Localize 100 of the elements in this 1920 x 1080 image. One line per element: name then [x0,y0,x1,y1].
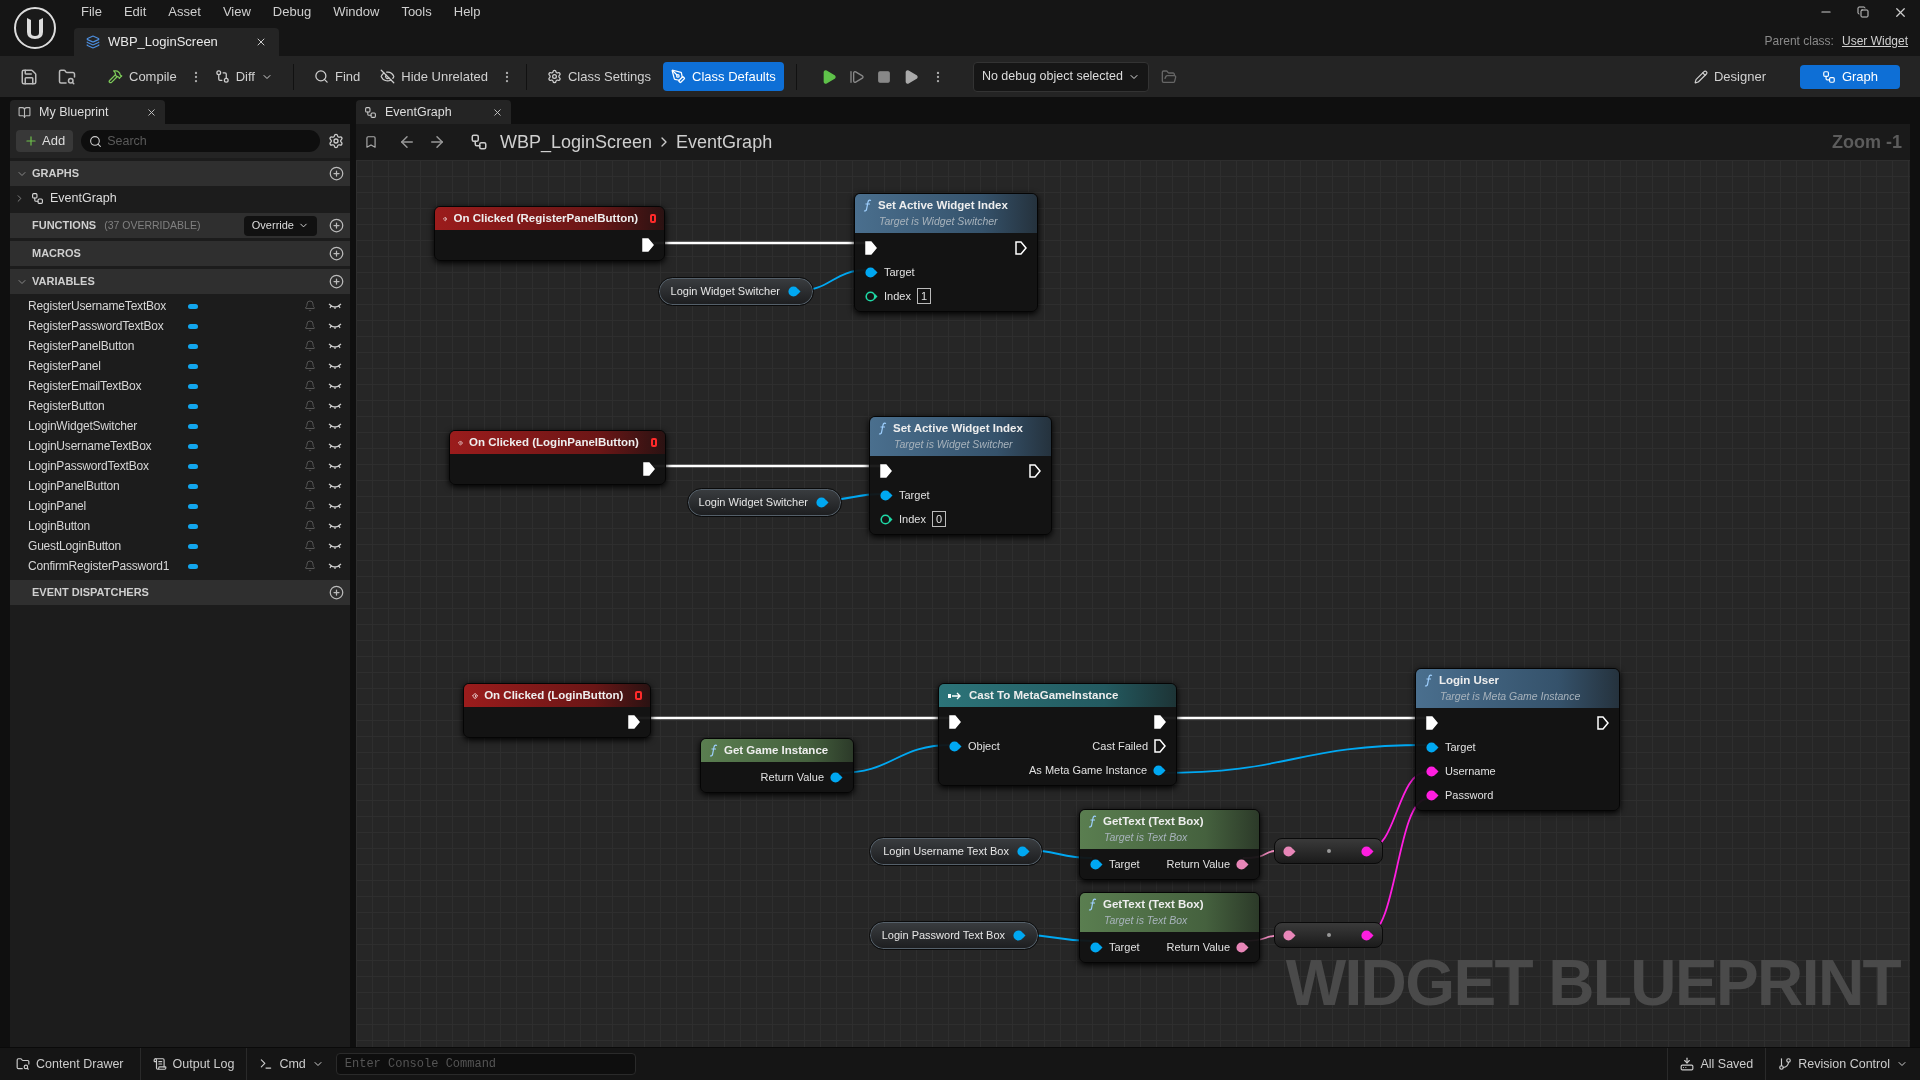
exec-pin-icon[interactable] [1154,715,1166,730]
delegate-pin-icon[interactable] [650,438,657,448]
variable-item[interactable]: LoginPanel [28,497,186,515]
graph-node[interactable]: Get Game Instance Return Value [700,738,854,794]
exec-pin-icon[interactable] [1154,739,1166,754]
data-pin-icon[interactable] [1017,846,1030,857]
menu-item[interactable]: Edit [112,2,158,22]
search-field[interactable]: Search [81,130,320,152]
section-header[interactable]: VARIABLES [10,269,350,294]
menu-item[interactable]: File [70,2,113,22]
data-pin-icon[interactable] [816,497,829,508]
reroute-node[interactable] [1274,838,1383,864]
graph-node[interactable]: On Clicked (LoginButton) [463,683,651,739]
data-pin-icon[interactable] [1426,765,1439,777]
data-pin-icon[interactable] [1426,741,1439,753]
exec-pin-icon[interactable] [1029,464,1041,478]
save-icon[interactable] [20,67,38,86]
restore-icon[interactable] [1857,6,1869,18]
graph-node[interactable]: Set Active Widget Index Target is Widget Switcher Target Index 0 [869,416,1052,535]
exec-pin-icon[interactable] [628,715,640,730]
panel-tab[interactable]: My Blueprint [10,100,165,124]
toolbar-button[interactable]: Class Settings [538,62,660,91]
eye-closed-icon[interactable] [328,562,342,570]
exec-pin-icon[interactable] [949,715,961,730]
exec-pin-icon[interactable] [880,464,892,478]
index-field[interactable]: 1 [916,288,932,304]
add-icon[interactable] [329,166,344,181]
back-icon[interactable] [398,133,416,151]
toolbar-button[interactable]: Class Defaults [663,62,784,91]
section-header[interactable]: MACROS [10,241,350,266]
eye-closed-icon[interactable] [328,482,342,490]
graph-node[interactable]: On Clicked (LoginPanelButton) [449,430,666,486]
section-header[interactable]: GRAPHS [10,161,350,186]
variable-node[interactable]: Login Widget Switcher [687,488,842,517]
exec-pin-icon[interactable] [1015,241,1027,255]
menu-item[interactable]: Tools [390,2,443,22]
data-pin-icon[interactable] [880,513,893,525]
close-icon[interactable] [146,106,157,118]
data-pin-icon[interactable] [1283,929,1296,941]
eye-closed-icon[interactable] [328,422,342,430]
reroute-node[interactable] [1274,922,1383,948]
data-pin-icon[interactable] [865,266,878,278]
output-log-button[interactable]: Output Log [140,1048,248,1080]
section-header[interactable]: EVENT DISPATCHERS [10,580,350,605]
data-pin-icon[interactable] [1426,789,1439,801]
menu-item[interactable]: Window [322,2,391,22]
variable-node[interactable]: Login Widget Switcher [658,277,814,306]
menu-item[interactable]: Asset [157,2,212,22]
exec-pin-icon[interactable] [865,241,877,255]
toolbar-button[interactable]: Find [305,62,369,91]
data-pin-icon[interactable] [788,286,801,297]
data-pin-icon[interactable] [1013,930,1026,941]
override-dropdown[interactable]: Override [243,215,317,236]
breadcrumb-item[interactable]: EventGraph [676,128,773,156]
section-header[interactable]: FUNCTIONS (37 OVERRIDABLE) Override [10,213,350,238]
index-field[interactable]: 0 [931,511,947,527]
menu-item[interactable]: Debug [261,2,323,22]
data-pin-icon[interactable] [880,489,893,501]
eye-closed-icon[interactable] [328,522,342,530]
save-status-button[interactable]: All Saved [1667,1048,1766,1080]
graph-node[interactable]: GetText (Text Box) Target is Text Box Target Return Value [1079,892,1260,963]
settings-icon[interactable] [328,133,344,149]
variable-item[interactable]: RegisterUsernameTextBox [28,297,186,315]
eye-closed-icon[interactable] [328,362,342,370]
debug-dropdown[interactable]: No debug object selected [972,61,1149,92]
exec-pin-icon[interactable] [1426,716,1438,730]
graph-node[interactable]: Cast To MetaGameInstance Object Cast Failed As Meta Game Instance [938,683,1177,787]
bookmark-icon[interactable] [364,135,378,149]
stop-icon[interactable] [876,69,891,84]
variable-node[interactable]: Login Username Text Box [869,837,1043,866]
eye-closed-icon[interactable] [328,342,342,350]
add-icon[interactable] [329,274,344,289]
toolbar-button[interactable]: Compile [100,62,185,91]
menu-item[interactable]: Help [442,2,492,22]
data-pin-icon[interactable] [830,771,843,783]
variable-node[interactable]: Login Password Text Box [869,921,1039,950]
add-icon[interactable] [329,218,344,233]
eye-closed-icon[interactable] [328,322,342,330]
variable-item[interactable]: ConfirmRegisterPassword1 [28,557,186,575]
variable-item[interactable]: LoginButton [28,517,186,535]
data-pin-icon[interactable] [949,740,962,752]
data-pin-icon[interactable] [1236,941,1249,953]
browse-icon[interactable] [58,67,76,86]
data-pin-icon[interactable] [1283,845,1296,857]
step-icon[interactable] [848,68,865,85]
content-drawer-button[interactable]: Content Drawer [0,1048,141,1080]
add-button[interactable]: Add [16,130,74,152]
revision-control-button[interactable]: Revision Control [1765,1048,1920,1080]
console-field[interactable]: Enter Console Command [335,1053,636,1075]
close-icon[interactable] [492,106,503,118]
toolbar-button[interactable]: Diff [206,62,281,91]
graph-node[interactable]: Set Active Widget Index Target is Widget Switcher Target Index 1 [854,193,1038,312]
eye-closed-icon[interactable] [328,542,342,550]
variable-item[interactable]: RegisterPanel [28,357,186,375]
add-icon[interactable] [329,585,344,600]
variable-item[interactable]: RegisterEmailTextBox [28,377,186,395]
data-pin-icon[interactable] [1361,845,1374,857]
delegate-pin-icon[interactable] [650,214,656,224]
document-tab[interactable]: WBP_LoginScreen [74,28,279,56]
data-pin-icon[interactable] [1090,858,1103,870]
